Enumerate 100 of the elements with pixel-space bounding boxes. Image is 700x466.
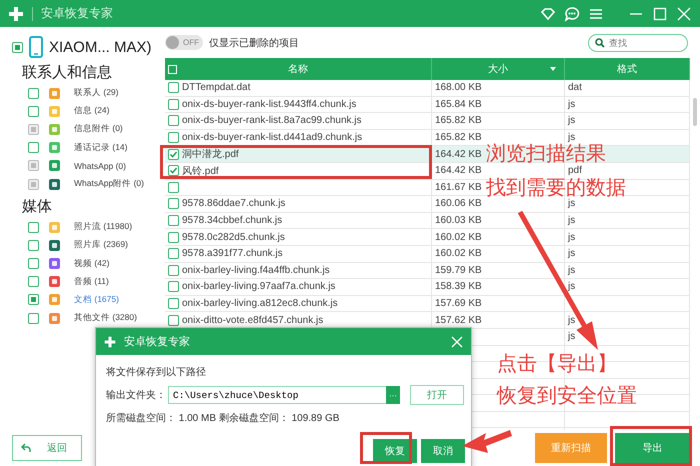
checkbox[interactable] xyxy=(168,198,179,210)
checkbox[interactable] xyxy=(168,248,179,260)
category-item[interactable]: 视频 (42) xyxy=(74,258,110,270)
checkbox[interactable] xyxy=(28,88,39,99)
file-name: onix-ds-buyer-rank-list.8a7ac99.chunk.js xyxy=(182,115,362,126)
file-size: 165.82 KB xyxy=(435,132,482,144)
file-size: 165.82 KB xyxy=(435,115,482,126)
checkbox[interactable] xyxy=(168,165,179,176)
annotation-text: 恢复到安全位置 xyxy=(497,386,637,406)
file-name: 9578.a391f77.chunk.js xyxy=(182,248,283,260)
checkbox[interactable] xyxy=(168,281,179,292)
checkbox[interactable] xyxy=(28,294,39,306)
file-name: 风铃.pdf xyxy=(182,164,219,178)
file-size: 157.69 KB xyxy=(435,298,482,310)
plus-cross-icon xyxy=(104,336,116,348)
section-title: 媒体 xyxy=(22,197,53,216)
file-name: onix-barley-living.f4a4ffb.chunk.js xyxy=(182,264,330,276)
file-name: 洞中潜龙.pdf xyxy=(182,148,239,162)
file-size: 160.02 KB xyxy=(435,248,482,260)
dialog-message: 将文件保存到以下路径 xyxy=(106,366,207,379)
file-size: 158.39 KB xyxy=(435,281,482,292)
file-format: js xyxy=(568,248,576,260)
checkbox[interactable] xyxy=(168,232,179,243)
section-title: 联系人和信息 xyxy=(22,63,113,82)
device-name: XIAOM... MAX) xyxy=(49,38,152,56)
file-name: onix-barley-living.a812ec8.chunk.js xyxy=(182,298,338,310)
file-format: js xyxy=(568,264,576,276)
file-size: 164.42 KB xyxy=(435,165,482,176)
annotation-text: 点击【导出】 xyxy=(497,354,617,374)
select-all-checkbox[interactable] xyxy=(168,64,177,74)
checkbox[interactable] xyxy=(28,142,39,154)
arrow xyxy=(462,430,512,453)
category-item[interactable]: 照片库 (2369) xyxy=(74,239,128,252)
plus-cross-icon xyxy=(8,6,24,22)
checkbox[interactable] xyxy=(168,264,179,276)
file-size: 157.62 KB xyxy=(435,314,482,326)
window-title: 安卓恢复专家 xyxy=(41,5,113,22)
diamond-icon[interactable] xyxy=(540,6,556,22)
category-item[interactable]: 文档 (1675) xyxy=(74,294,119,306)
highlight-box xyxy=(360,432,412,464)
category-item[interactable]: 信息 (24) xyxy=(74,105,110,118)
checkbox[interactable] xyxy=(168,82,179,94)
back-arrow-icon xyxy=(21,443,31,453)
file-format: js xyxy=(568,314,576,326)
file-size: 161.67 KB xyxy=(435,182,482,193)
phone-icon xyxy=(29,36,43,58)
checkbox[interactable] xyxy=(168,148,179,160)
field-label: 输出文件夹： xyxy=(106,388,166,402)
table-row[interactable]: 9578.86ddae7.chunk.js 160.06 KB js xyxy=(165,196,690,213)
checkbox[interactable] xyxy=(28,240,39,251)
file-size: 164.42 KB xyxy=(435,148,482,160)
checkbox[interactable] xyxy=(168,132,179,144)
close-icon[interactable] xyxy=(676,6,692,22)
maximize-icon[interactable] xyxy=(652,6,668,22)
checkbox[interactable] xyxy=(168,298,179,310)
file-format: js xyxy=(568,331,576,342)
checkbox[interactable] xyxy=(28,276,39,288)
file-name: onix-ds-buyer-rank-list.d441ad9.chunk.js xyxy=(182,132,362,144)
scrollbar-thumb[interactable] xyxy=(693,98,697,126)
file-format: pdf xyxy=(568,165,582,176)
checkbox[interactable] xyxy=(28,222,39,233)
file-name: 9578.0c282d5.chunk.js xyxy=(182,232,285,243)
folder-field[interactable]: C:\Users\zhuce\Desktop xyxy=(168,386,386,404)
file-name: 9578.86ddae7.chunk.js xyxy=(182,198,286,210)
file-size: 159.79 KB xyxy=(435,264,482,276)
file-format: js xyxy=(568,132,576,144)
checkbox[interactable] xyxy=(28,258,39,270)
table-row[interactable]: onix-ds-buyer-rank-list.9443ff4.chunk.js 165.84 KB js xyxy=(165,96,690,114)
chat-icon[interactable] xyxy=(564,6,580,22)
annotation-text: 找到需要的数据 xyxy=(486,178,626,198)
category-item[interactable]: 音频 (11) xyxy=(74,276,109,288)
file-format: js xyxy=(568,98,576,110)
file-format: dat xyxy=(568,82,582,94)
table-row[interactable]: DTTempdat.dat 168.00 KB dat xyxy=(165,80,690,97)
checkbox[interactable] xyxy=(12,42,23,52)
file-name: DTTempdat.dat xyxy=(182,82,250,94)
checkbox[interactable] xyxy=(168,182,179,193)
file-format: js xyxy=(568,215,576,226)
search-icon xyxy=(595,38,605,48)
disk-space-text: 所需磁盘空间： 1.00 MB 剩余磁盘空间： 109.89 GB xyxy=(106,412,340,425)
file-size: 160.02 KB xyxy=(435,232,482,243)
checkbox[interactable] xyxy=(168,115,179,126)
file-size: 160.06 KB xyxy=(435,198,482,210)
file-size: 165.84 KB xyxy=(435,98,482,110)
file-name: onix-ds-buyer-rank-list.9443ff4.chunk.js xyxy=(182,98,356,110)
checkbox[interactable] xyxy=(168,215,179,226)
category-item[interactable]: 通话记录 (14) xyxy=(74,142,128,154)
toggle-label: 仅显示已删除的项目 xyxy=(209,36,299,50)
category-item[interactable]: 照片流 (11980) xyxy=(74,221,132,234)
dialog-title: 安卓恢复专家 xyxy=(124,334,190,349)
checkbox[interactable] xyxy=(168,314,179,326)
close-icon[interactable] xyxy=(451,336,463,348)
file-name: 9578.34cbbef.chunk.js xyxy=(182,215,282,226)
checkbox[interactable] xyxy=(28,312,39,324)
search-field[interactable]: 查找 xyxy=(588,34,688,52)
table-row[interactable]: onix-ds-buyer-rank-list.8a7ac99.chunk.js 165.82 KB js xyxy=(165,113,690,130)
category-item[interactable]: 联系人 (29) xyxy=(74,87,118,100)
checkbox[interactable] xyxy=(168,98,179,110)
category-item[interactable]: 其他文件 (3280) xyxy=(74,312,137,324)
checkbox[interactable] xyxy=(28,106,39,117)
